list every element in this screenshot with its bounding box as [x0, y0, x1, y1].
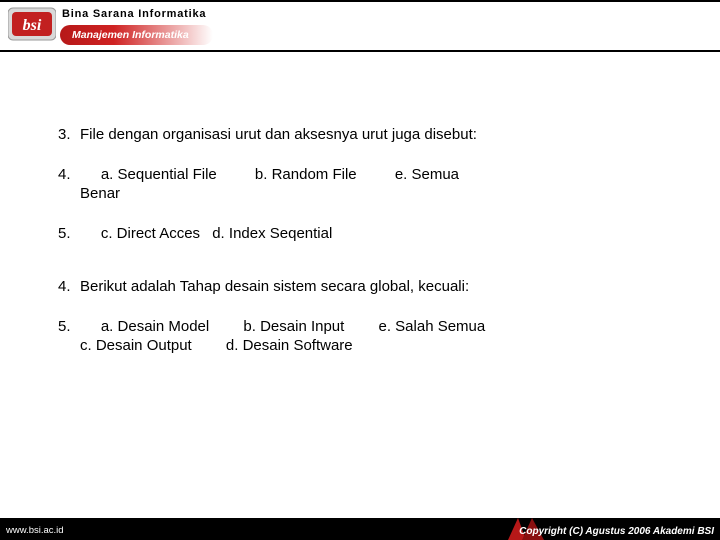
opt-e: e. Semua — [395, 165, 459, 185]
slide-page: bsi Bina Sarana Informatika Manajemen In… — [0, 0, 720, 540]
line5-options: c. Direct Acces d. Index Seqential — [80, 224, 678, 244]
q4-number: 4. — [58, 277, 80, 297]
q4-text: Berikut adalah Tahap desain sistem secar… — [80, 277, 678, 297]
opt-c2: c. Desain Output — [80, 336, 192, 356]
opt-a: a. Sequential File — [101, 165, 217, 185]
opt-a2: a. Desain Model — [101, 317, 209, 337]
footer-url: www.bsi.ac.id — [6, 525, 64, 536]
opt-d: d. Index Seqential — [212, 224, 332, 244]
header: bsi Bina Sarana Informatika Manajemen In… — [0, 0, 720, 60]
header-rule-bottom — [0, 50, 720, 52]
svg-text:bsi: bsi — [23, 17, 42, 34]
line4-number: 4. — [58, 165, 80, 204]
q3-options-line-5: 5. c. Direct Acces d. Index Seqential — [58, 224, 678, 244]
footer: www.bsi.ac.id Copyright (C) Agustus 2006… — [0, 518, 720, 540]
content-area: 3. File dengan organisasi urut dan akses… — [58, 125, 678, 376]
line4-options: a. Sequential File b. Random File e. Sem… — [80, 165, 678, 204]
org-name: Bina Sarana Informatika — [62, 8, 206, 20]
opt-c: c. Direct Acces — [101, 224, 200, 244]
opt-b: b. Random File — [255, 165, 357, 185]
q4-line5-number: 5. — [58, 317, 80, 356]
line5-number: 5. — [58, 224, 80, 244]
q3-number: 3. — [58, 125, 80, 145]
q3-text: File dengan organisasi urut dan aksesnya… — [80, 125, 678, 145]
bsi-logo-icon: bsi — [8, 4, 56, 44]
opt-tail: Benar — [80, 185, 120, 202]
footer-copyright: Copyright (C) Agustus 2006 Akademi BSI — [519, 526, 714, 537]
spacer — [58, 263, 678, 277]
q4-options-line-5: 5. a. Desain Model b. Desain Input e. Sa… — [58, 317, 678, 356]
question-3: 3. File dengan organisasi urut dan akses… — [58, 125, 678, 145]
tagline-pill: Manajemen Informatika — [60, 25, 213, 45]
opt-b2: b. Desain Input — [243, 317, 344, 337]
q4-line5-options: a. Desain Model b. Desain Input e. Salah… — [80, 317, 678, 356]
opt-e2: e. Salah Semua — [379, 317, 486, 337]
q3-options-line-4: 4. a. Sequential File b. Random File e. … — [58, 165, 678, 204]
question-4: 4. Berikut adalah Tahap desain sistem se… — [58, 277, 678, 297]
opt-d2: d. Desain Software — [226, 336, 353, 356]
tagline-text: Manajemen Informatika — [72, 29, 189, 41]
header-rule-top — [0, 0, 720, 2]
